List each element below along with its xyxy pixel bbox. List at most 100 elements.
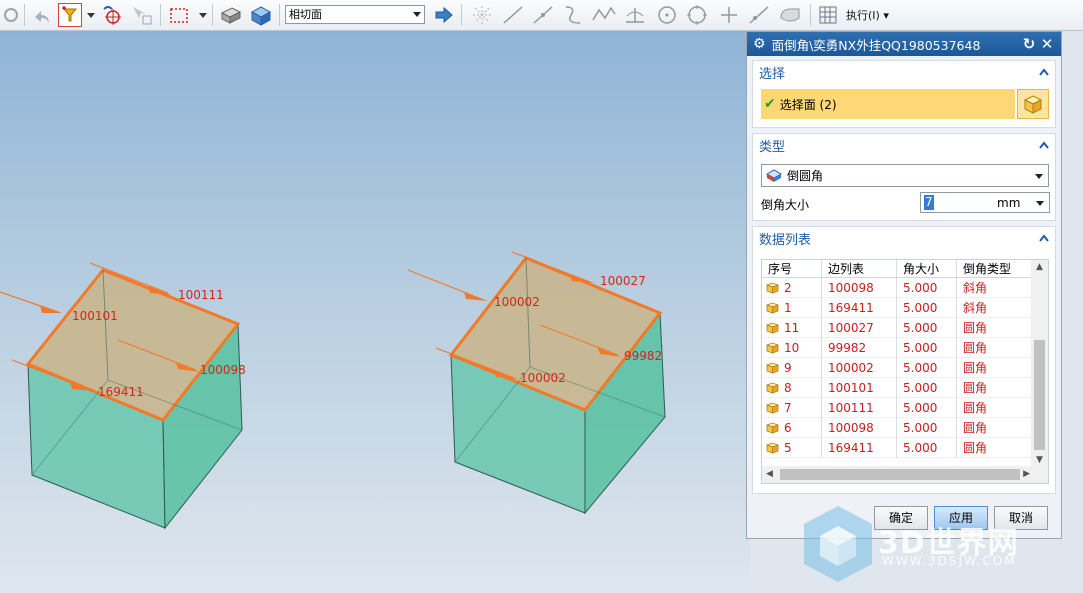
table-row[interactable]: 11 100027 5.000 圆角	[762, 317, 1032, 338]
row-edge: 100098	[822, 277, 897, 298]
row-edge: 100027	[822, 317, 897, 338]
close-icon[interactable]: ✕	[1039, 36, 1055, 52]
table-row[interactable]: 10 99982 5.000 圆角	[762, 337, 1032, 358]
row-type: 圆角	[957, 377, 1032, 398]
scroll-up-icon[interactable]: ▲	[1036, 262, 1043, 272]
col-header-size[interactable]: 角大小	[897, 260, 957, 277]
snap-point-icon[interactable]	[468, 3, 496, 27]
cube-icon	[766, 342, 779, 354]
type-group-header[interactable]: 类型	[753, 134, 1055, 156]
box-select-dropdown-icon[interactable]	[198, 3, 208, 27]
select-face-row[interactable]: ✔ 选择面 (2)	[761, 89, 1015, 119]
filter-icon[interactable]	[58, 3, 82, 27]
snap-icon[interactable]	[2, 3, 20, 27]
perpendicular-icon[interactable]	[622, 3, 648, 27]
type-select[interactable]: 倒圆角	[761, 164, 1049, 187]
quadrant-icon[interactable]	[684, 3, 710, 27]
graphics-viewport[interactable]: 100111 100101 100098 169411 100027 10000…	[0, 31, 750, 593]
dialog-title-bar[interactable]: ⚙ 面倒角\奕勇NX外挂QQ1980537648 ↻ ✕	[747, 32, 1061, 56]
row-edge: 100111	[822, 397, 897, 418]
model-view: 100111 100101 100098 169411 100027 10000…	[0, 251, 666, 530]
row-edge: 100002	[822, 357, 897, 378]
curve-icon[interactable]	[560, 3, 586, 27]
scroll-left-icon[interactable]: ◀	[766, 469, 773, 479]
cancel-button[interactable]: 取消	[994, 506, 1048, 530]
chamfer-size-value: 7	[924, 195, 934, 210]
table-header: 序号 边列表 角大小 倒角类型	[762, 260, 1032, 278]
collapse-chevron-icon[interactable]	[1039, 233, 1049, 243]
face-point-icon[interactable]	[776, 3, 804, 27]
undo-icon[interactable]	[30, 3, 54, 27]
row-index-cell: 2	[762, 277, 822, 298]
select-group-header[interactable]: 选择	[753, 61, 1055, 83]
circle-center-icon[interactable]	[654, 3, 680, 27]
data-list-group-header[interactable]: 数据列表	[753, 227, 1055, 249]
collapse-chevron-icon[interactable]	[1039, 140, 1049, 150]
cube-icon	[766, 322, 779, 334]
table-row[interactable]: 5 169411 5.000 圆角	[762, 437, 1032, 458]
col-header-type[interactable]: 倒角类型	[957, 260, 1032, 277]
right-edge-label-4: 100002	[520, 371, 566, 385]
table-row[interactable]: 2 100098 5.000 斜角	[762, 277, 1032, 298]
cube-icon	[766, 402, 779, 414]
settings-icon[interactable]: ⚙	[753, 36, 766, 52]
box-select-icon[interactable]	[166, 3, 192, 27]
row-index: 1	[784, 300, 792, 315]
row-index-cell: 7	[762, 397, 822, 418]
grid-icon[interactable]	[816, 3, 840, 27]
row-index: 7	[784, 400, 792, 415]
part-view-icon[interactable]	[218, 3, 244, 27]
collapse-chevron-icon[interactable]	[1039, 67, 1049, 77]
execute-menu-label: 执行(I)	[846, 9, 880, 22]
row-type: 圆角	[957, 357, 1032, 378]
cube-icon	[766, 362, 779, 374]
vertical-scroll-thumb[interactable]	[1034, 340, 1045, 450]
row-index: 11	[784, 320, 800, 335]
vertical-scrollbar[interactable]: ▲ ▼	[1031, 260, 1048, 467]
horizontal-scroll-thumb[interactable]	[780, 469, 1020, 480]
data-table: 序号 边列表 角大小 倒角类型 2 100098 5.000 斜角 1 169411 5.0…	[761, 259, 1049, 484]
dialog-title: 面倒角\奕勇NX外挂QQ1980537648	[771, 37, 981, 53]
line-end-icon[interactable]	[500, 3, 526, 27]
table-row[interactable]: 9 100002 5.000 圆角	[762, 357, 1032, 378]
row-size: 5.000	[897, 397, 957, 418]
arrow-right-icon[interactable]	[432, 3, 456, 27]
scroll-right-icon[interactable]: ▶	[1023, 469, 1030, 479]
horizontal-scrollbar[interactable]: ◀ ▶	[762, 466, 1048, 483]
chamfer-size-unit: mm	[997, 196, 1021, 210]
select-face-button[interactable]	[1017, 89, 1049, 119]
shaded-view-icon[interactable]	[248, 3, 274, 27]
face-rule-select[interactable]: 相切面	[285, 5, 425, 24]
select-tool-icon[interactable]	[128, 3, 154, 27]
right-edge-label-3: 99982	[624, 349, 662, 363]
right-edge-label-1: 100027	[600, 274, 646, 288]
rotate-select-icon[interactable]	[100, 3, 124, 27]
chamfer-size-label: 倒角大小	[761, 198, 810, 212]
execute-menu[interactable]: 执行(I) ▾	[846, 7, 889, 23]
scroll-down-icon[interactable]: ▼	[1036, 455, 1043, 465]
cube-icon	[766, 382, 779, 394]
ok-button[interactable]: 确定	[874, 506, 928, 530]
unit-dropdown-icon[interactable]	[1036, 201, 1044, 206]
table-row[interactable]: 1 169411 5.000 斜角	[762, 297, 1032, 318]
row-index-cell: 5	[762, 437, 822, 458]
filter-dropdown-icon[interactable]	[86, 3, 96, 27]
col-header-index[interactable]: 序号	[762, 260, 822, 277]
intersection-icon[interactable]	[716, 3, 742, 27]
point-on-curve-icon[interactable]	[746, 3, 772, 27]
reset-icon[interactable]: ↻	[1021, 36, 1037, 52]
line-mid-icon[interactable]	[530, 3, 556, 27]
row-type: 斜角	[957, 277, 1032, 298]
polyline-icon[interactable]	[590, 3, 618, 27]
cube-icon	[766, 282, 779, 294]
apply-button[interactable]: 应用	[934, 506, 988, 530]
table-row[interactable]: 6 100098 5.000 圆角	[762, 417, 1032, 438]
chamfer-size-input[interactable]: 7 mm	[920, 192, 1050, 213]
cube-icon	[1023, 95, 1043, 114]
table-row[interactable]: 8 100101 5.000 圆角	[762, 377, 1032, 398]
col-header-edge[interactable]: 边列表	[822, 260, 897, 277]
check-icon: ✔	[764, 96, 776, 112]
type-select-value: 倒圆角	[787, 169, 824, 183]
row-index-cell: 6	[762, 417, 822, 438]
table-row[interactable]: 7 100111 5.000 圆角	[762, 397, 1032, 418]
